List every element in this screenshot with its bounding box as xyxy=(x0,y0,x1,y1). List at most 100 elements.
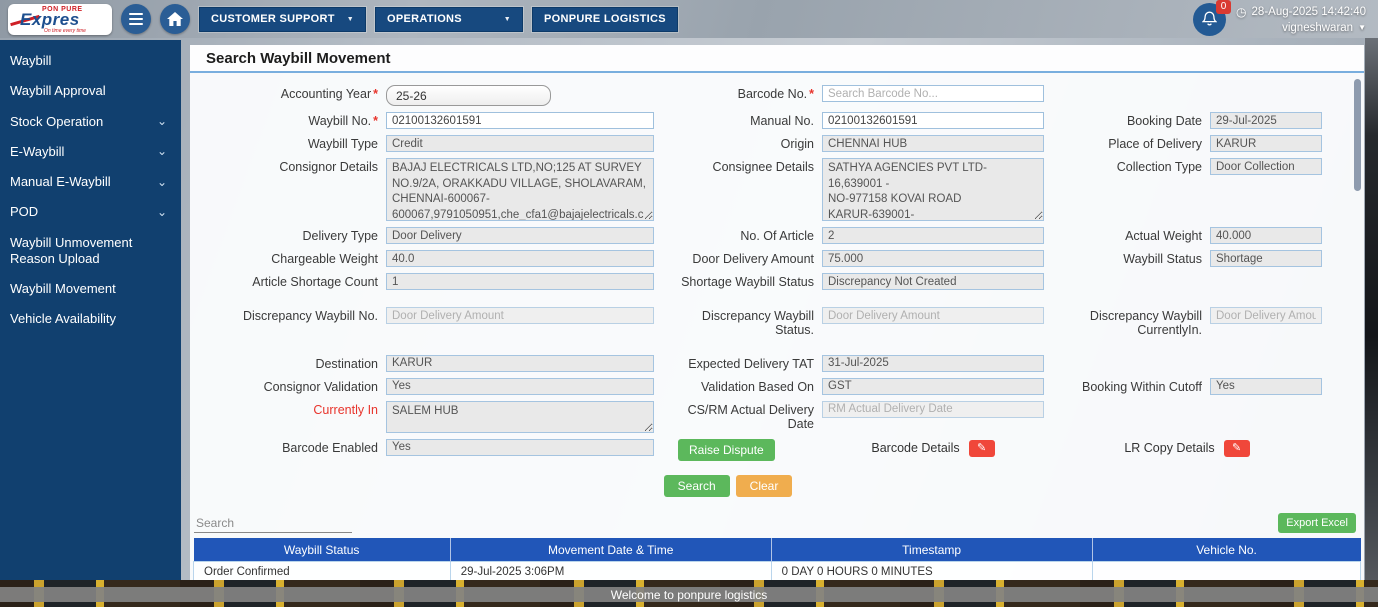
sidebar-item-label: E-Waybill xyxy=(10,143,65,159)
sidebar: Waybill Waybill Approval Stock Operation… xyxy=(0,40,181,580)
accounting-year-select[interactable] xyxy=(386,85,551,106)
search-button[interactable]: Search xyxy=(663,474,730,497)
footer-message: Welcome to ponpure logistics xyxy=(0,587,1378,602)
notifications-button[interactable]: 0 xyxy=(1193,0,1232,36)
sidebar-item-label: Manual E-Waybill xyxy=(10,174,111,189)
consignor-details-label: Consignor Details xyxy=(279,160,378,174)
actual-weight-label: Actual Weight xyxy=(1125,229,1202,243)
delivery-type-input xyxy=(386,227,654,244)
barcode-details-label: Barcode Details xyxy=(871,441,960,456)
col-timestamp: Timestamp xyxy=(771,537,1093,562)
form-panel: Accounting Year* Barcode No.* Waybill No… xyxy=(190,73,1364,580)
nav-ponpure-logistics-label: PONPURE LOGISTICS xyxy=(544,13,666,25)
bottom-photo-strip: Welcome to ponpure logistics xyxy=(0,580,1378,607)
manual-no-input[interactable] xyxy=(822,112,1044,129)
booking-within-cutoff-label: Booking Within Cutoff xyxy=(1082,379,1202,394)
hamburger-icon xyxy=(129,13,143,25)
lr-copy-details-edit-button[interactable]: ✎ xyxy=(1223,439,1250,457)
sidebar-item-label: Waybill Movement xyxy=(10,281,116,296)
export-excel-button[interactable]: Export Excel xyxy=(1278,512,1356,533)
caret-down-icon: ▼ xyxy=(346,15,355,23)
sidebar-item-waybill-approval[interactable]: Waybill Approval xyxy=(0,76,181,106)
movement-table: Waybill Status Movement Date & Time Time… xyxy=(193,537,1362,580)
accounting-year-label: Accounting Year * xyxy=(230,85,378,101)
validation-based-on-input xyxy=(822,377,1044,395)
page-title: Search Waybill Movement xyxy=(190,45,1364,73)
datetime-row: ◷ 28-Aug-2025 14:42:40 xyxy=(1236,5,1366,19)
actual-weight-input xyxy=(1210,227,1322,244)
sidebar-item-vehicle-availability[interactable]: Vehicle Availability xyxy=(0,304,181,334)
sidebar-item-pod[interactable]: POD ⌄ xyxy=(0,197,181,227)
col-waybill-status: Waybill Status xyxy=(193,537,451,562)
table-toolbar: Export Excel xyxy=(190,497,1364,538)
waybill-type-label: Waybill Type xyxy=(307,137,378,151)
notification-badge: 0 xyxy=(1216,0,1232,14)
clock-icon: ◷ xyxy=(1236,4,1247,19)
table-row: Order Confirmed 29-Jul-2025 3:06PM 0 DAY… xyxy=(193,561,1362,580)
brand-logo[interactable]: PON PURE Expres On time every time xyxy=(8,3,112,35)
sidebar-item-label: Stock Operation xyxy=(10,113,104,129)
booking-date-input xyxy=(1210,112,1322,129)
consignee-details-label: Consignee Details xyxy=(712,160,814,174)
sidebar-item-waybill-unmovement-reason-upload[interactable]: Waybill Unmovement Reason Upload xyxy=(0,228,181,275)
barcode-no-input[interactable] xyxy=(822,85,1044,102)
barcode-enabled-input xyxy=(386,438,654,456)
waybill-status-label: Waybill Status xyxy=(1123,252,1202,266)
sidebar-item-label: Waybill Approval xyxy=(10,83,106,99)
expected-delivery-tat-input xyxy=(822,354,1044,372)
consignor-validation-label: Consignor Validation xyxy=(263,379,378,394)
required-asterisk: * xyxy=(373,87,378,101)
label-text: Barcode No. xyxy=(737,87,808,101)
cell-status: Order Confirmed xyxy=(193,561,451,580)
sidebar-item-e-waybill[interactable]: E-Waybill ⌄ xyxy=(0,137,181,167)
row-spacer xyxy=(230,344,1322,349)
nav-customer-support[interactable]: CUSTOMER SUPPORT ▼ xyxy=(197,5,368,33)
sidebar-item-manual-e-waybill[interactable]: Manual E-Waybill ⌄ xyxy=(0,167,181,197)
sidebar-item-waybill[interactable]: Waybill xyxy=(0,46,181,76)
place-of-delivery-input xyxy=(1210,135,1322,152)
bell-icon xyxy=(1202,11,1218,26)
body-row: Waybill Waybill Approval Stock Operation… xyxy=(0,38,1378,580)
origin-label: Origin xyxy=(780,137,814,151)
sidebar-item-waybill-movement[interactable]: Waybill Movement xyxy=(0,274,181,304)
chevron-down-icon: ⌄ xyxy=(156,204,167,219)
nav-operations[interactable]: OPERATIONS ▼ xyxy=(374,5,525,33)
destination-label: Destination xyxy=(315,356,378,371)
username: vigneshwaran xyxy=(1282,21,1354,34)
article-shortage-count-label: Article Shortage Count xyxy=(252,275,378,289)
waybill-no-input[interactable] xyxy=(386,112,654,129)
origin-input xyxy=(822,135,1044,152)
destination-input xyxy=(386,354,654,372)
currently-in-label: Currently In xyxy=(313,402,378,417)
booking-within-cutoff-input xyxy=(1210,377,1322,395)
label-text: Accounting Year xyxy=(280,87,372,101)
home-button[interactable] xyxy=(160,4,190,34)
main-content: Search Waybill Movement Accounting Year *… xyxy=(190,45,1364,580)
sidebar-item-stock-operation[interactable]: Stock Operation ⌄ xyxy=(0,107,181,137)
waybill-status-input xyxy=(1210,250,1322,267)
barcode-no-label: Barcode No. * xyxy=(662,85,814,101)
vertical-scrollbar[interactable] xyxy=(1354,79,1361,191)
raise-dispute-cell: Raise Dispute xyxy=(662,438,814,461)
consignor-validation-input xyxy=(386,377,654,395)
validation-based-on-label: Validation Based On xyxy=(700,379,814,394)
clear-button[interactable]: Clear xyxy=(735,474,793,497)
app-root: PON PURE Expres On time every time CUSTO… xyxy=(0,0,1378,607)
nav-ponpure-logistics[interactable]: PONPURE LOGISTICS xyxy=(531,5,679,33)
barcode-details-edit-button[interactable]: ✎ xyxy=(968,439,995,457)
required-asterisk: * xyxy=(809,87,814,101)
col-movement-datetime: Movement Date & Time xyxy=(450,537,772,562)
waybill-form: Accounting Year* Barcode No.* Waybill No… xyxy=(190,73,1364,497)
table-search-input[interactable] xyxy=(194,513,352,533)
nav-operations-label: OPERATIONS xyxy=(387,13,462,25)
collection-type-label: Collection Type xyxy=(1116,160,1202,174)
shortage-waybill-status-label: Shortage Waybill Status xyxy=(681,275,814,289)
chargeable-weight-input xyxy=(386,250,654,267)
discrepancy-waybill-no-label: Discrepancy Waybill No. xyxy=(243,309,378,323)
menu-button[interactable] xyxy=(121,4,151,34)
chargeable-weight-label: Chargeable Weight xyxy=(271,252,378,266)
expected-delivery-tat-label: Expected Delivery TAT xyxy=(688,356,814,371)
current-datetime: 28-Aug-2025 14:42:40 xyxy=(1251,5,1366,18)
user-menu[interactable]: vigneshwaran ▼ xyxy=(1282,22,1366,34)
raise-dispute-button[interactable]: Raise Dispute xyxy=(678,438,775,461)
